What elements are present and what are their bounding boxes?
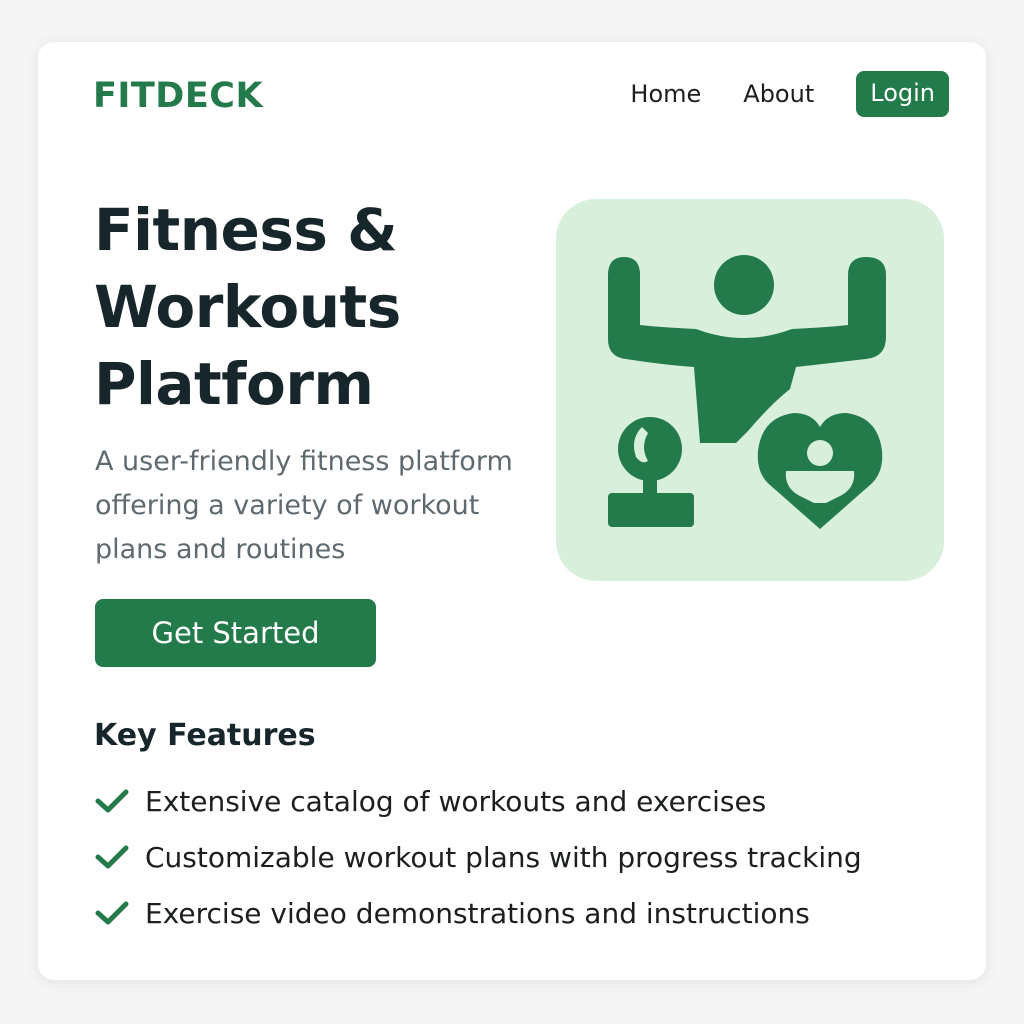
feature-item: Exercise video demonstrations and instru…: [94, 885, 862, 941]
feature-text: Extensive catalog of workouts and exerci…: [145, 784, 767, 818]
feature-text: Customizable workout plans with progress…: [145, 840, 862, 874]
checkmark-icon: [95, 789, 129, 813]
fitness-illustration-svg: [608, 255, 886, 529]
fitness-illustration: [556, 199, 944, 581]
feature-item: Customizable workout plans with progress…: [94, 829, 862, 885]
checkmark-icon: [95, 901, 129, 925]
login-button[interactable]: Login: [856, 71, 949, 117]
features-list: Extensive catalog of workouts and exerci…: [94, 773, 862, 941]
hero-subtitle: A user-friendly fitness platform offerin…: [95, 446, 513, 565]
top-nav: Home About Login: [630, 71, 949, 117]
heart-icon: [757, 413, 883, 529]
brand-logo[interactable]: FITDECK: [93, 76, 263, 116]
nav-about-link[interactable]: About: [743, 80, 814, 108]
features-heading: Key Features: [94, 718, 316, 753]
landing-card: FITDECK Home About Login Fitness & Worko…: [38, 42, 986, 980]
checkmark-icon: [95, 845, 129, 869]
feature-item: Extensive catalog of workouts and exerci…: [94, 773, 862, 829]
nav-home-link[interactable]: Home: [630, 80, 701, 108]
get-started-button[interactable]: Get Started: [95, 599, 376, 667]
stopwatch-icon: [608, 417, 694, 527]
hero-title: Fitness & Workouts Platform: [94, 196, 401, 418]
feature-text: Exercise video demonstrations and instru…: [145, 896, 810, 930]
